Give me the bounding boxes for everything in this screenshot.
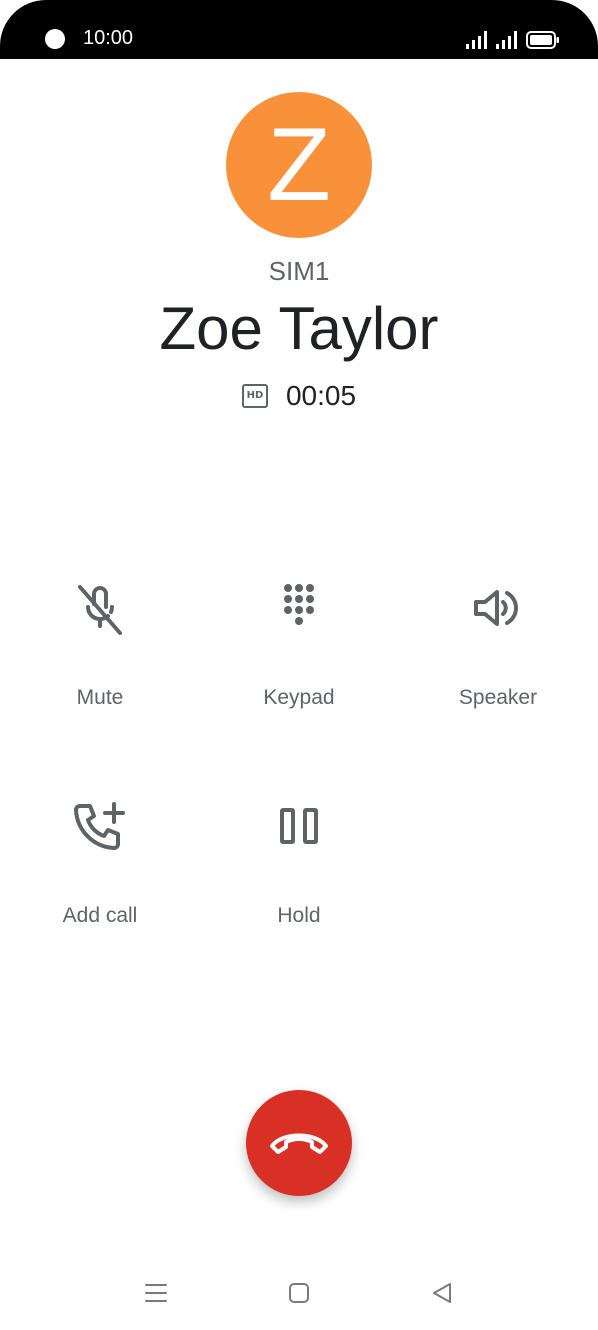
camera-cutout [45,29,65,49]
hd-icon: HD [241,384,268,408]
mic-off-icon [78,585,122,635]
keypad-label: Keypad [263,686,335,709]
battery-icon [526,31,559,49]
keypad-button[interactable]: Keypad [199,580,399,712]
signal-icon [466,31,487,49]
status-icons [466,27,560,49]
mute-button[interactable]: Mute [0,580,200,712]
home-icon [289,1283,309,1303]
back-icon [433,1283,451,1303]
sim-label: SIM1 [268,256,330,286]
back-button[interactable] [417,1268,467,1318]
call-info: HD 00:05 [0,378,598,414]
signal-icon [496,31,517,49]
add-call-button[interactable]: Add call [0,798,200,930]
recents-button[interactable] [131,1268,181,1318]
speaker-label: Speaker [458,686,538,709]
end-call-button[interactable] [246,1090,352,1196]
call-duration: 00:05 [285,380,357,411]
add-call-icon [74,802,125,850]
hold-button[interactable]: Hold [199,798,399,930]
dialpad-icon [284,584,314,625]
pause-icon [280,808,318,844]
speaker-icon [474,590,518,626]
contact-avatar: Z [226,92,372,238]
speaker-button[interactable]: Speaker [398,580,598,712]
recents-icon [145,1284,167,1302]
add-call-label: Add call [62,904,138,927]
status-time: 10:00 [83,27,134,49]
hang-up-icon [270,1133,328,1154]
mute-label: Mute [76,686,124,709]
status-bar: 10:00 [0,0,598,59]
hold-label: Hold [277,904,321,927]
caller-name: Zoe Taylor [159,295,439,362]
home-button[interactable] [274,1268,324,1318]
navigation-bar [0,1268,598,1318]
